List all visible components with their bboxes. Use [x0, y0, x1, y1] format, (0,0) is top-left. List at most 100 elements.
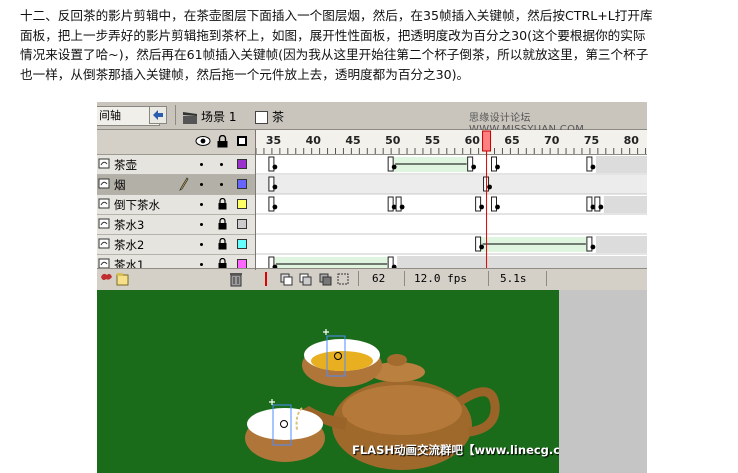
- keyframe-box: [586, 196, 593, 212]
- layer-row[interactable]: 烟: [97, 175, 255, 195]
- outline-color-swatch[interactable]: [237, 179, 247, 189]
- article-text: 十二、反回茶的影片剪辑中，在茶壶图层下面插入一个图层烟，然后，在35帧插入关键帧…: [20, 6, 724, 84]
- layer-name: 烟: [114, 178, 126, 192]
- keyframe-box: [467, 156, 474, 172]
- back-arrow-icon: [153, 110, 163, 120]
- layer-name: 茶水3: [114, 218, 145, 232]
- keyframe-box: [475, 196, 482, 212]
- article-line: 情况来设置了哈~)，然后再在61帧插入关键帧(因为我从这里开始往第二个杯子倒茶，…: [20, 47, 649, 62]
- status-divider: [404, 271, 405, 286]
- layer-row[interactable]: 茶水3: [97, 215, 255, 235]
- keyframe-dot: [495, 164, 500, 170]
- keyframe-box: [483, 176, 490, 192]
- layer-footer: [97, 268, 255, 289]
- status-divider: [546, 271, 547, 286]
- onion-skin-icons[interactable]: [280, 272, 350, 286]
- lock-icon[interactable]: [218, 198, 227, 210]
- pencil-icon: [179, 177, 189, 191]
- keyframe-dot: [590, 164, 596, 170]
- visibility-dot[interactable]: [200, 203, 203, 206]
- timeline-status-bar: 62 12.0 fps 5.1s: [256, 268, 647, 289]
- layer-icon: [98, 198, 110, 209]
- keyframe-dot: [391, 164, 397, 170]
- frame-rows[interactable]: [256, 130, 647, 268]
- add-layer-icons[interactable]: [99, 271, 135, 287]
- keyframe-dot: [495, 204, 500, 210]
- symbol-breadcrumb[interactable]: 茶: [255, 108, 284, 125]
- keyframe-dot: [598, 204, 604, 210]
- visibility-dot[interactable]: [200, 183, 203, 186]
- outline-color-swatch[interactable]: [237, 199, 247, 209]
- empty-frames-shade: [603, 196, 647, 213]
- scene-label: 场景 1: [201, 110, 237, 124]
- eye-icon[interactable]: [195, 134, 211, 148]
- layer-row[interactable]: 茶壶: [97, 155, 255, 175]
- status-divider: [488, 271, 489, 286]
- outline-color-swatch[interactable]: [237, 159, 247, 169]
- empty-frames-shade: [595, 236, 647, 253]
- back-arrow-button[interactable]: [149, 106, 167, 124]
- layer-row[interactable]: 茶水2: [97, 235, 255, 255]
- offstage-area: [559, 290, 647, 473]
- keyframe-dot: [272, 164, 278, 170]
- empty-frames-shade: [595, 156, 647, 173]
- frame-row-bg: [256, 175, 647, 194]
- layer-icon: [98, 178, 110, 189]
- layer-icon: [98, 218, 110, 229]
- keyframe-dot: [590, 244, 596, 250]
- clapperboard-icon: [183, 111, 197, 124]
- movieclip-icon: [255, 111, 268, 124]
- keyframe-dot: [272, 204, 278, 210]
- fps-readout: 12.0 fps: [414, 272, 467, 285]
- article-line: 面板，把上一步弄好的影片剪辑拖到茶杯上，如图，展开性性面板，把透明度改为百分之3…: [20, 27, 646, 43]
- visibility-dot[interactable]: [200, 263, 203, 266]
- empty-frames-shade: [397, 256, 647, 268]
- outline-color-swatch[interactable]: [237, 219, 247, 229]
- outline-color-swatch[interactable]: [237, 239, 247, 249]
- frame-row-bg: [256, 215, 647, 234]
- edit-bar: 间轴 场景 1 茶 思缘设计论坛 WWW.MISSYUAN.COM: [97, 102, 647, 135]
- keyframe-dot: [272, 184, 278, 190]
- current-frame-readout: 62: [372, 272, 386, 285]
- layer-icon: [98, 158, 110, 169]
- keyframe-box: [268, 176, 275, 192]
- symbol-label: 茶: [272, 110, 285, 124]
- lock-icon[interactable]: [218, 218, 227, 230]
- layer-name: 倒下茶水: [114, 198, 160, 212]
- keyframe-box: [268, 156, 275, 172]
- visibility-dot[interactable]: [200, 243, 203, 246]
- frame-grid[interactable]: 35 40 45 50 55 60 65 70 75 80: [256, 130, 647, 268]
- keyframe-dot: [471, 164, 477, 170]
- visibility-dot[interactable]: [200, 223, 203, 226]
- lock-icon[interactable]: [218, 238, 227, 250]
- visibility-dot[interactable]: [200, 163, 203, 166]
- keyframe-dot: [479, 204, 484, 210]
- toolbar-divider: [175, 105, 176, 125]
- article-line: 也一样，从倒茶那插入关键帧，然后拖一个元件放上去，透明度都为百分之30)。: [20, 66, 470, 82]
- outline-toggle-icon[interactable]: [237, 136, 247, 146]
- layer-header: [97, 130, 255, 155]
- playhead-marker: [482, 130, 492, 152]
- keyframe-box: [387, 196, 394, 212]
- keyframe-box: [491, 156, 497, 172]
- layer-panel: 茶壶烟倒下茶水 茶水3 茶水2 茶水1: [97, 130, 256, 275]
- keyframe-box: [586, 236, 593, 252]
- layer-row[interactable]: 倒下茶水: [97, 195, 255, 215]
- lock-icon[interactable]: [217, 135, 228, 148]
- elapsed-time-readout: 5.1s: [500, 272, 527, 285]
- keyframe-box: [268, 196, 275, 212]
- article-line: 十二、反回茶的影片剪辑中，在茶壶图层下面插入一个图层烟，然后，在35帧插入关键帧…: [20, 8, 653, 23]
- keyframe-box: [475, 236, 482, 252]
- keyframe-box: [586, 156, 593, 172]
- lock-dot[interactable]: [220, 183, 223, 186]
- trash-icon[interactable]: [229, 271, 243, 287]
- keyframe-box: [395, 196, 402, 212]
- keyframe-box: [387, 156, 394, 172]
- layer-icon: [98, 238, 110, 249]
- lock-dot[interactable]: [220, 163, 223, 166]
- layer-name: 茶水2: [114, 238, 145, 252]
- scene-breadcrumb[interactable]: 场景 1: [183, 108, 236, 125]
- center-frame-icon[interactable]: [260, 272, 272, 286]
- layer-name: 茶壶: [114, 158, 137, 172]
- keyframe-dot: [479, 244, 484, 250]
